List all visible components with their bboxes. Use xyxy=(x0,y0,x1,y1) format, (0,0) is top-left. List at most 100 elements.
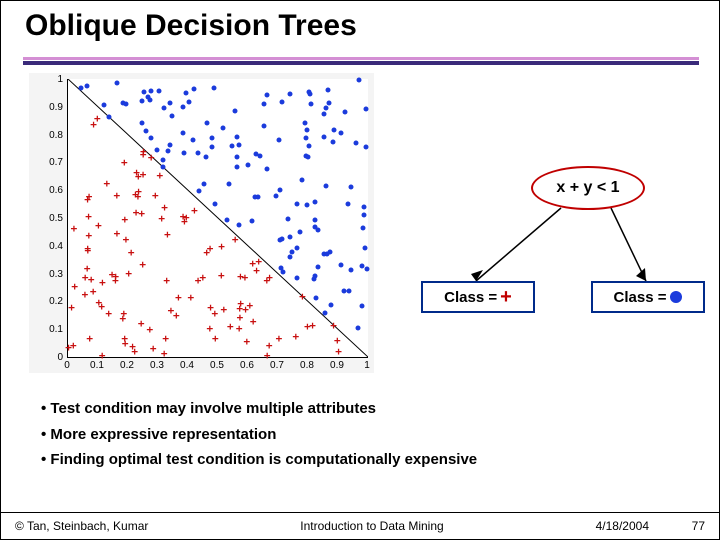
divider-purple xyxy=(23,61,699,65)
scatter-point-plus: + xyxy=(148,155,155,161)
scatter-point-dot xyxy=(347,288,352,293)
scatter-point-dot xyxy=(360,226,365,231)
scatter-point-plus: + xyxy=(152,193,159,199)
scatter-point-plus: + xyxy=(112,278,119,284)
scatter-point-plus: + xyxy=(65,345,72,351)
scatter-point-dot xyxy=(236,142,241,147)
scatter-point-dot xyxy=(186,99,191,104)
scatter-point-plus: + xyxy=(191,208,198,214)
scatter-point-dot xyxy=(329,303,334,308)
scatter-point-dot xyxy=(341,289,346,294)
scatter-point-dot xyxy=(287,254,292,259)
scatter-point-dot xyxy=(355,326,360,331)
divider-pink xyxy=(23,57,699,60)
scatter-point-dot xyxy=(363,145,368,150)
scatter-point-plus: + xyxy=(138,321,145,327)
scatter-point-plus: + xyxy=(161,205,168,211)
x-tick-label: 0.4 xyxy=(180,360,194,371)
scatter-point-plus: + xyxy=(156,173,163,179)
scatter-point-dot xyxy=(363,106,368,111)
slide-title: Oblique Decision Trees xyxy=(25,9,357,43)
scatter-point-plus: + xyxy=(207,246,214,252)
scatter-point-plus: + xyxy=(266,343,273,349)
scatter-point-plus: + xyxy=(133,170,140,176)
scatter-point-dot xyxy=(139,99,144,104)
scatter-point-dot xyxy=(140,120,145,125)
scatter-point-dot xyxy=(245,162,250,167)
scatter-point-dot xyxy=(303,136,308,141)
scatter-point-dot xyxy=(364,266,369,271)
scatter-point-plus: + xyxy=(114,193,121,199)
scatter-point-plus: + xyxy=(99,353,106,359)
scatter-point-plus: + xyxy=(243,339,250,345)
x-tick-label: 0.6 xyxy=(240,360,254,371)
x-tick-label: 0.1 xyxy=(90,360,104,371)
scatter-point-plus: + xyxy=(82,292,89,298)
bullet-item: • More expressive representation xyxy=(41,425,477,445)
scatter-point-plus: + xyxy=(218,273,225,279)
y-tick-label: 1 xyxy=(29,74,63,85)
scatter-point-dot xyxy=(325,87,330,92)
scatter-point-dot xyxy=(161,158,166,163)
scatter-point-dot xyxy=(253,152,258,157)
scatter-point-dot xyxy=(297,229,302,234)
x-tick-label: 0.8 xyxy=(300,360,314,371)
scatter-point-dot xyxy=(235,134,240,139)
scatter-point-plus: + xyxy=(85,214,92,220)
scatter-point-dot xyxy=(85,84,90,89)
scatter-point-plus: + xyxy=(128,250,135,256)
scatter-point-dot xyxy=(149,135,154,140)
scatter-point-dot xyxy=(338,130,343,135)
scatter-point-dot xyxy=(306,89,311,94)
scatter-point-dot xyxy=(316,264,321,269)
footer-page: 77 xyxy=(649,519,705,533)
scatter-point-plus: + xyxy=(121,217,128,223)
scatter-point-dot xyxy=(225,217,230,222)
scatter-point-plus: + xyxy=(120,311,127,317)
scatter-point-dot xyxy=(165,149,170,154)
x-tick-label: 0.2 xyxy=(120,360,134,371)
scatter-point-plus: + xyxy=(123,237,130,243)
scatter-point-dot xyxy=(237,222,242,227)
scatter-point-dot xyxy=(324,252,329,257)
dot-icon xyxy=(670,291,682,303)
scatter-point-plus: + xyxy=(84,248,91,254)
scatter-point-plus: + xyxy=(86,336,93,342)
scatter-point-dot xyxy=(167,101,172,106)
plot-area: ++++++++++++++++++++++++++++++++++++++++… xyxy=(67,79,368,358)
scatter-point-plus: + xyxy=(220,307,227,313)
scatter-point-dot xyxy=(299,178,304,183)
y-tick-label: 0.6 xyxy=(29,185,63,196)
footer-center: Introduction to Data Mining xyxy=(215,519,529,533)
scatter-point-dot xyxy=(322,134,327,139)
scatter-point-plus: + xyxy=(161,351,168,357)
scatter-point-plus: + xyxy=(236,326,243,332)
scatter-point-dot xyxy=(191,86,196,91)
scatter-point-dot xyxy=(234,164,239,169)
leaf-prefix: Class = xyxy=(444,289,497,306)
scatter-point-dot xyxy=(148,88,153,93)
scatter-point-plus: + xyxy=(237,274,244,280)
scatter-point-plus: + xyxy=(247,303,254,309)
scatter-point-dot xyxy=(323,184,328,189)
scatter-point-plus: + xyxy=(249,261,256,267)
scatter-point-dot xyxy=(142,89,147,94)
scatter-point-dot xyxy=(170,113,175,118)
scatter-point-plus: + xyxy=(121,160,128,166)
y-tick-label: 0 xyxy=(29,352,63,363)
scatter-point-dot xyxy=(306,155,311,160)
scatter-point-plus: + xyxy=(68,305,75,311)
scatter-point-plus: + xyxy=(163,278,170,284)
scatter-point-dot xyxy=(265,166,270,171)
scatter-point-dot xyxy=(201,181,206,186)
scatter-point-dot xyxy=(197,188,202,193)
scatter-point-dot xyxy=(343,110,348,115)
x-tick-label: 0.5 xyxy=(210,360,224,371)
bullet-text: More expressive representation xyxy=(50,426,276,443)
scatter-point-dot xyxy=(234,154,239,159)
scatter-point-plus: + xyxy=(95,223,102,229)
scatter-point-plus: + xyxy=(162,336,169,342)
scatter-point-plus: + xyxy=(158,216,165,222)
bullet-text: Test condition may involve multiple attr… xyxy=(50,400,376,417)
scatter-point-plus: + xyxy=(250,319,257,325)
